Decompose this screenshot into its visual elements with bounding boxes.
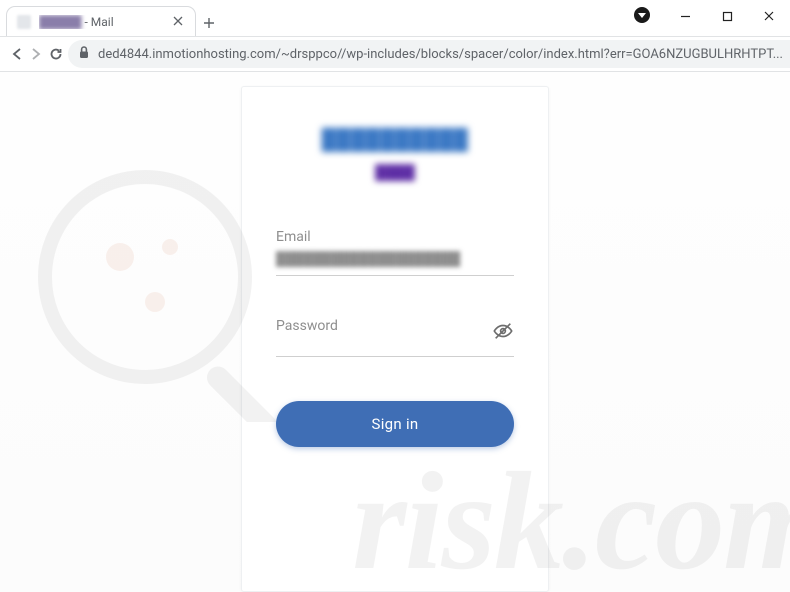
browser-toolbar: ded4844.inmotionhosting.com/~drsppco//wp… [0,36,790,72]
window-close-button[interactable] [748,2,790,30]
email-label: Email [276,229,514,245]
password-label: Password [276,318,514,334]
toggle-password-visibility-icon[interactable] [492,320,514,346]
brand-area: ██████████ ████ [276,127,514,181]
brand-logo-text: ██████████ [276,127,514,152]
address-bar[interactable]: ded4844.inmotionhosting.com/~drsppco//wp… [68,40,790,68]
close-tab-icon[interactable] [173,15,187,29]
sign-in-button[interactable]: Sign in [276,401,514,447]
browser-identity-badge-icon[interactable] [634,7,650,23]
tab-favicon-icon [17,15,31,29]
page-viewport: ██████████ ████ Email ██████████████████… [0,72,790,592]
field-underline [276,275,514,276]
brand-sub-logo: ████ [276,164,514,181]
browser-tab[interactable]: █████ - Mail [6,6,196,36]
address-bar-url: ded4844.inmotionhosting.com/~drsppco//wp… [98,47,783,62]
password-field-group: Password [276,318,514,357]
lock-icon [78,46,90,63]
login-card: ██████████ ████ Email ██████████████████… [241,86,549,592]
nav-forward-button[interactable] [28,40,44,68]
window-minimize-button[interactable] [664,2,706,30]
window-controls [664,0,790,32]
nav-reload-button[interactable] [48,40,64,68]
nav-back-button[interactable] [8,40,24,68]
tab-strip: █████ - Mail [6,6,222,36]
new-tab-button[interactable] [196,10,222,36]
email-field-group: Email ████████████████████ [276,229,514,276]
window-maximize-button[interactable] [706,2,748,30]
email-field[interactable]: ████████████████████ [276,251,514,267]
tab-title: █████ - Mail [39,15,165,29]
field-underline [276,356,514,357]
